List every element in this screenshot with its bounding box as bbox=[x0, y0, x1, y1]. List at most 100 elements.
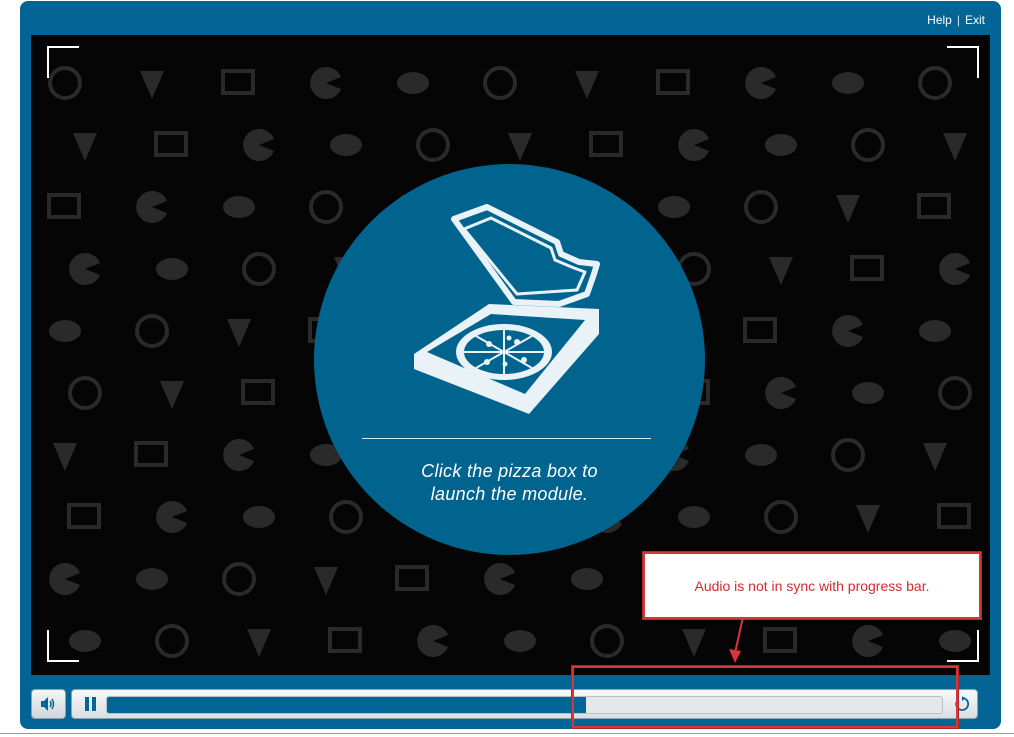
pattern-box-icon bbox=[917, 193, 951, 219]
annotation-callout: Audio is not in sync with progress bar. bbox=[643, 552, 981, 619]
pattern-box-icon bbox=[328, 627, 362, 653]
pattern-box-icon bbox=[589, 131, 623, 157]
pattern-slice-icon bbox=[160, 381, 184, 409]
pattern-pie-icon bbox=[831, 438, 865, 472]
pause-icon bbox=[85, 697, 89, 711]
pattern-pie-icon bbox=[764, 500, 798, 534]
pattern-pie-icon bbox=[329, 500, 363, 534]
page-bottom-border bbox=[0, 733, 1014, 734]
pattern-pacman-icon bbox=[223, 439, 254, 471]
pattern-slice-icon bbox=[943, 133, 967, 161]
help-link[interactable]: Help bbox=[927, 13, 952, 27]
pattern-slice-icon bbox=[575, 71, 599, 99]
pause-icon-bar bbox=[92, 697, 96, 711]
pattern-chef-icon bbox=[504, 630, 536, 652]
pattern-chef-icon bbox=[745, 444, 777, 466]
pattern-slice-icon bbox=[508, 133, 532, 161]
pattern-pacman-icon bbox=[136, 191, 167, 223]
pizza-box-icon[interactable] bbox=[409, 204, 609, 419]
pattern-pie-icon bbox=[68, 376, 102, 410]
annotation-text: Audio is not in sync with progress bar. bbox=[694, 578, 930, 594]
volume-button[interactable] bbox=[31, 689, 66, 719]
pattern-pie-icon bbox=[483, 66, 517, 100]
pattern-slice-icon bbox=[682, 629, 706, 657]
pattern-slice-icon bbox=[53, 443, 77, 471]
launch-instructions: Click the pizza box to launch the module… bbox=[374, 460, 645, 506]
pattern-pacman-icon bbox=[243, 129, 274, 161]
pattern-slice-icon bbox=[140, 71, 164, 99]
pattern-slice-icon bbox=[247, 629, 271, 657]
pattern-box-icon bbox=[743, 317, 777, 343]
pattern-box-icon bbox=[47, 193, 81, 219]
pattern-pie-icon bbox=[918, 66, 952, 100]
corner-bracket-top-left bbox=[47, 46, 79, 78]
launch-instructions-line2: launch the module. bbox=[430, 484, 589, 504]
pattern-chef-icon bbox=[136, 568, 168, 590]
pattern-pie-icon bbox=[135, 314, 169, 348]
pattern-box-icon bbox=[241, 379, 275, 405]
pattern-box-icon bbox=[763, 627, 797, 653]
pattern-chef-icon bbox=[49, 320, 81, 342]
pattern-pie-icon bbox=[744, 190, 778, 224]
annotation-arrow bbox=[729, 616, 744, 663]
pattern-pie-icon bbox=[222, 562, 256, 596]
pattern-pacman-icon bbox=[69, 252, 100, 285]
pattern-pacman-icon bbox=[832, 315, 863, 347]
pattern-chef-icon bbox=[330, 134, 362, 156]
pattern-chef-icon bbox=[243, 506, 275, 528]
annotation-highlight bbox=[572, 666, 958, 728]
pattern-chef-icon bbox=[678, 506, 710, 528]
pattern-box-icon bbox=[221, 69, 255, 95]
pattern-slice-icon bbox=[73, 133, 97, 161]
pattern-chef-icon bbox=[571, 568, 603, 590]
pattern-pacman-icon bbox=[417, 625, 448, 657]
pattern-slice-icon bbox=[314, 567, 338, 595]
pattern-pacman-icon bbox=[939, 252, 970, 285]
pattern-slice-icon bbox=[836, 195, 860, 223]
pattern-chef-icon bbox=[658, 196, 690, 218]
pattern-pie-icon bbox=[590, 624, 624, 658]
pattern-slice-icon bbox=[227, 319, 251, 347]
pattern-pacman-icon bbox=[745, 67, 776, 99]
pattern-pie-icon bbox=[416, 128, 450, 162]
pattern-pacman-icon bbox=[310, 67, 341, 99]
player-frame: Help | Exit Click the pizza box to launc… bbox=[20, 1, 1001, 729]
exit-link[interactable]: Exit bbox=[965, 13, 985, 27]
pattern-chef-icon bbox=[765, 134, 797, 156]
pattern-chef-icon bbox=[852, 382, 884, 404]
pattern-chef-icon bbox=[832, 72, 864, 94]
pattern-slice-icon bbox=[923, 443, 947, 471]
pattern-pie-icon bbox=[309, 190, 343, 224]
pattern-box-icon bbox=[154, 131, 188, 157]
pattern-chef-icon bbox=[397, 72, 429, 94]
pattern-chef-icon bbox=[156, 258, 188, 280]
pattern-pie-icon bbox=[242, 252, 276, 286]
progress-fill bbox=[107, 697, 587, 713]
launch-instructions-line1: Click the pizza box to bbox=[421, 461, 598, 481]
pattern-box-icon bbox=[67, 503, 101, 529]
pattern-chef-icon bbox=[223, 196, 255, 218]
pattern-pacman-icon bbox=[484, 562, 515, 595]
header-links: Help | Exit bbox=[927, 13, 985, 27]
speaker-icon bbox=[41, 697, 55, 711]
pattern-pie-icon bbox=[155, 624, 189, 658]
pattern-box-icon bbox=[134, 441, 168, 467]
corner-bracket-top-right bbox=[947, 46, 979, 78]
corner-bracket-bottom-left bbox=[47, 630, 79, 662]
launch-module-button[interactable]: Click the pizza box to launch the module… bbox=[314, 164, 705, 555]
pattern-slice-icon bbox=[856, 505, 880, 533]
pattern-pacman-icon bbox=[678, 129, 709, 161]
pattern-pacman-icon bbox=[156, 501, 187, 533]
pattern-slice-icon bbox=[769, 257, 793, 285]
pattern-pacman-icon bbox=[852, 625, 883, 657]
pattern-pacman-icon bbox=[49, 562, 80, 595]
pattern-box-icon bbox=[937, 503, 971, 529]
pattern-pacman-icon bbox=[765, 377, 796, 409]
pattern-box-icon bbox=[395, 565, 429, 591]
header-separator: | bbox=[956, 13, 960, 27]
pattern-chef-icon bbox=[919, 320, 951, 342]
pattern-pie-icon bbox=[851, 128, 885, 162]
corner-bracket-bottom-right bbox=[947, 630, 979, 662]
pattern-box-icon bbox=[850, 255, 884, 281]
pause-button[interactable] bbox=[84, 697, 98, 711]
